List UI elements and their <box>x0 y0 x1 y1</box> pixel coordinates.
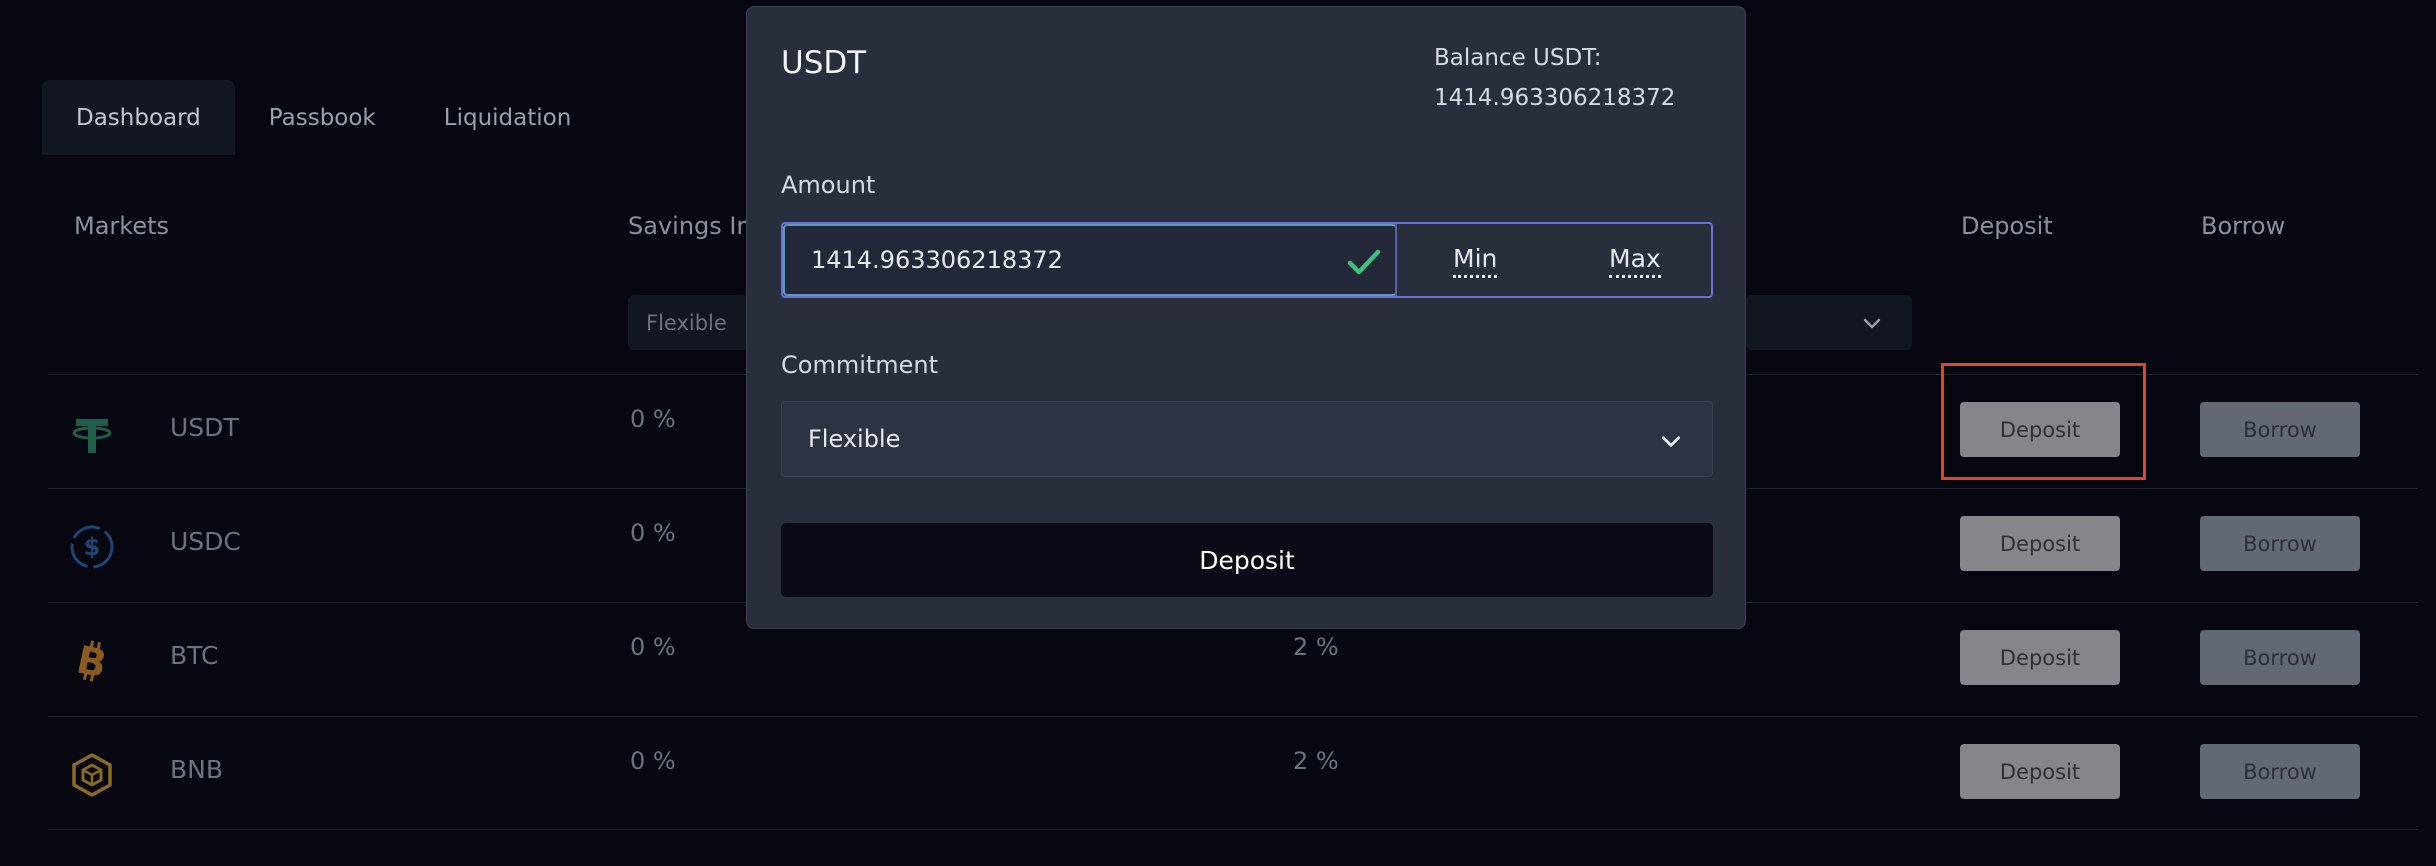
balance-value: 1414.963306218372 <box>1434 85 1676 111</box>
check-icon <box>1347 249 1381 275</box>
borrow-rate: 2 % <box>1293 747 1339 775</box>
amount-label: Amount <box>781 171 876 199</box>
borrow-button[interactable]: Borrow <box>2200 630 2360 685</box>
min-button[interactable]: Min <box>1453 245 1498 278</box>
tether-icon <box>72 419 112 453</box>
borrow-header: Borrow <box>2201 212 2286 240</box>
savings-rate: 0 % <box>630 747 676 775</box>
savings-filter-select[interactable]: Flexible <box>628 295 748 350</box>
commitment-select[interactable]: Flexible <box>781 401 1713 477</box>
coin-name: USDT <box>170 413 239 442</box>
modal-title: USDT <box>781 45 867 81</box>
coin-name: USDC <box>170 527 241 556</box>
savings-rate: 0 % <box>630 405 676 433</box>
markets-header: Markets <box>74 212 170 240</box>
max-button[interactable]: Max <box>1609 245 1661 278</box>
borrow-button[interactable]: Borrow <box>2200 744 2360 799</box>
deposit-submit-button[interactable]: Deposit <box>781 523 1713 597</box>
savings-rate: 0 % <box>630 633 676 661</box>
usdc-icon: $ <box>70 525 114 569</box>
amount-value: 1414.963306218372 <box>811 246 1063 274</box>
bnb-icon <box>72 753 112 797</box>
tab-passbook[interactable]: Passbook <box>235 80 410 155</box>
amount-divider <box>1395 224 1397 296</box>
tab-liquidation[interactable]: Liquidation <box>410 80 606 155</box>
commitment-label: Commitment <box>781 351 939 379</box>
chevron-down-icon <box>1863 318 1881 329</box>
borrow-filter-select[interactable] <box>1746 295 1912 350</box>
commitment-value: Flexible <box>808 425 901 453</box>
deposit-button[interactable]: Deposit <box>1960 744 2120 799</box>
tab-dashboard[interactable]: Dashboard <box>42 80 235 155</box>
svg-text:$: $ <box>84 533 101 561</box>
deposit-button[interactable]: Deposit <box>1960 516 2120 571</box>
deposit-header: Deposit <box>1961 212 2053 240</box>
coin-name: BNB <box>170 755 224 784</box>
tab-bar: Dashboard Passbook Liquidation <box>42 80 605 155</box>
bitcoin-icon: B <box>73 637 110 685</box>
savings-interest-header: Savings Int <box>628 212 762 240</box>
savings-rate: 0 % <box>630 519 676 547</box>
borrow-button[interactable]: Borrow <box>2200 516 2360 571</box>
balance-label: Balance USDT: <box>1434 45 1602 71</box>
borrow-rate: 2 % <box>1293 633 1339 661</box>
amount-group: 1414.963306218372 Min Max <box>781 222 1713 298</box>
market-row-bnb: BNB 0 % 2 % Deposit Borrow <box>48 716 2418 830</box>
deposit-modal: USDT Balance USDT: 1414.963306218372 Amo… <box>746 6 1746 629</box>
amount-input[interactable]: 1414.963306218372 <box>783 224 1397 296</box>
coin-name: BTC <box>170 641 219 670</box>
borrow-button[interactable]: Borrow <box>2200 402 2360 457</box>
highlight-box <box>1941 363 2146 480</box>
chevron-down-icon <box>1662 436 1680 447</box>
deposit-button[interactable]: Deposit <box>1960 630 2120 685</box>
